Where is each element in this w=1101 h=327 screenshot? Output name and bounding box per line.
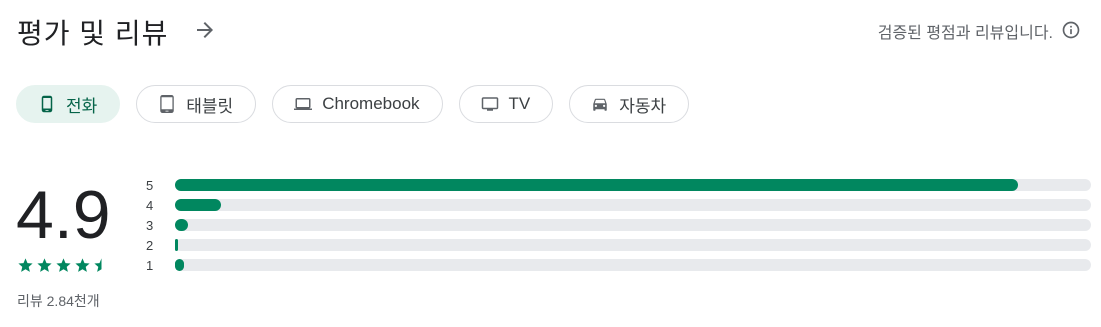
verified-ratings-text: 검증된 평점과 리뷰입니다. xyxy=(877,25,1053,42)
rating-bar-track xyxy=(175,239,1091,251)
rating-bar-label: 1 xyxy=(146,258,154,273)
rating-bar-row: 3 xyxy=(146,218,1091,238)
car-icon xyxy=(593,98,608,111)
chip-label: Chromebook xyxy=(322,94,420,113)
review-count: 리뷰 2.84천개 xyxy=(17,293,100,309)
rating-distribution: 5 4 3 2 1 xyxy=(146,178,1091,278)
star-full-icon xyxy=(56,258,71,272)
rating-bar-fill xyxy=(175,219,188,231)
rating-bar-label: 2 xyxy=(146,238,154,253)
chip-label: 태블릿 xyxy=(186,96,234,116)
rating-bar-row: 1 xyxy=(146,258,1091,278)
phone-icon xyxy=(41,95,53,113)
rating-bar-track xyxy=(175,199,1091,211)
chip-chromebook[interactable]: Chromebook xyxy=(272,85,443,123)
tv-icon xyxy=(481,97,498,111)
rating-bar-fill xyxy=(175,259,185,271)
device-filter-chips: 전화 태블릿 Chromebook TV 자동차 xyxy=(16,85,690,123)
rating-bar-row: 2 xyxy=(146,238,1091,258)
chip-car[interactable]: 자동차 xyxy=(569,85,690,123)
tablet-icon xyxy=(160,95,175,113)
rating-bar-label: 3 xyxy=(146,218,154,233)
star-full-icon xyxy=(18,258,33,272)
rating-bar-row: 5 xyxy=(146,178,1091,198)
chip-label: TV xyxy=(508,94,531,113)
rating-bar-fill xyxy=(175,179,1018,191)
star-rating xyxy=(17,257,110,274)
rating-bar-fill xyxy=(175,239,178,251)
rating-bar-track xyxy=(175,259,1091,271)
chip-tv[interactable]: TV xyxy=(458,85,554,123)
laptop-icon xyxy=(294,98,313,110)
rating-bar-track xyxy=(175,219,1091,231)
star-full-icon xyxy=(75,258,90,272)
rating-bar-row: 4 xyxy=(146,198,1091,218)
chip-label: 자동차 xyxy=(619,96,667,116)
rating-bar-fill xyxy=(175,199,221,211)
chip-tablet[interactable]: 태블릿 xyxy=(136,85,257,123)
rating-bar-label: 4 xyxy=(146,198,154,213)
star-half-icon xyxy=(94,258,102,272)
ratings-header: 평가 및 리뷰 검증된 평점과 리뷰입니다. xyxy=(17,10,1081,50)
chip-label: 전화 xyxy=(66,96,98,116)
rating-bar-track xyxy=(175,179,1091,191)
rating-bar-label: 5 xyxy=(146,178,154,193)
chip-phone[interactable]: 전화 xyxy=(16,85,121,123)
info-icon[interactable] xyxy=(1061,20,1081,40)
arrow-right-icon[interactable] xyxy=(193,18,217,42)
average-rating: 4.9 xyxy=(16,177,111,253)
star-full-icon xyxy=(37,258,52,272)
section-title: 평가 및 리뷰 xyxy=(17,18,169,49)
